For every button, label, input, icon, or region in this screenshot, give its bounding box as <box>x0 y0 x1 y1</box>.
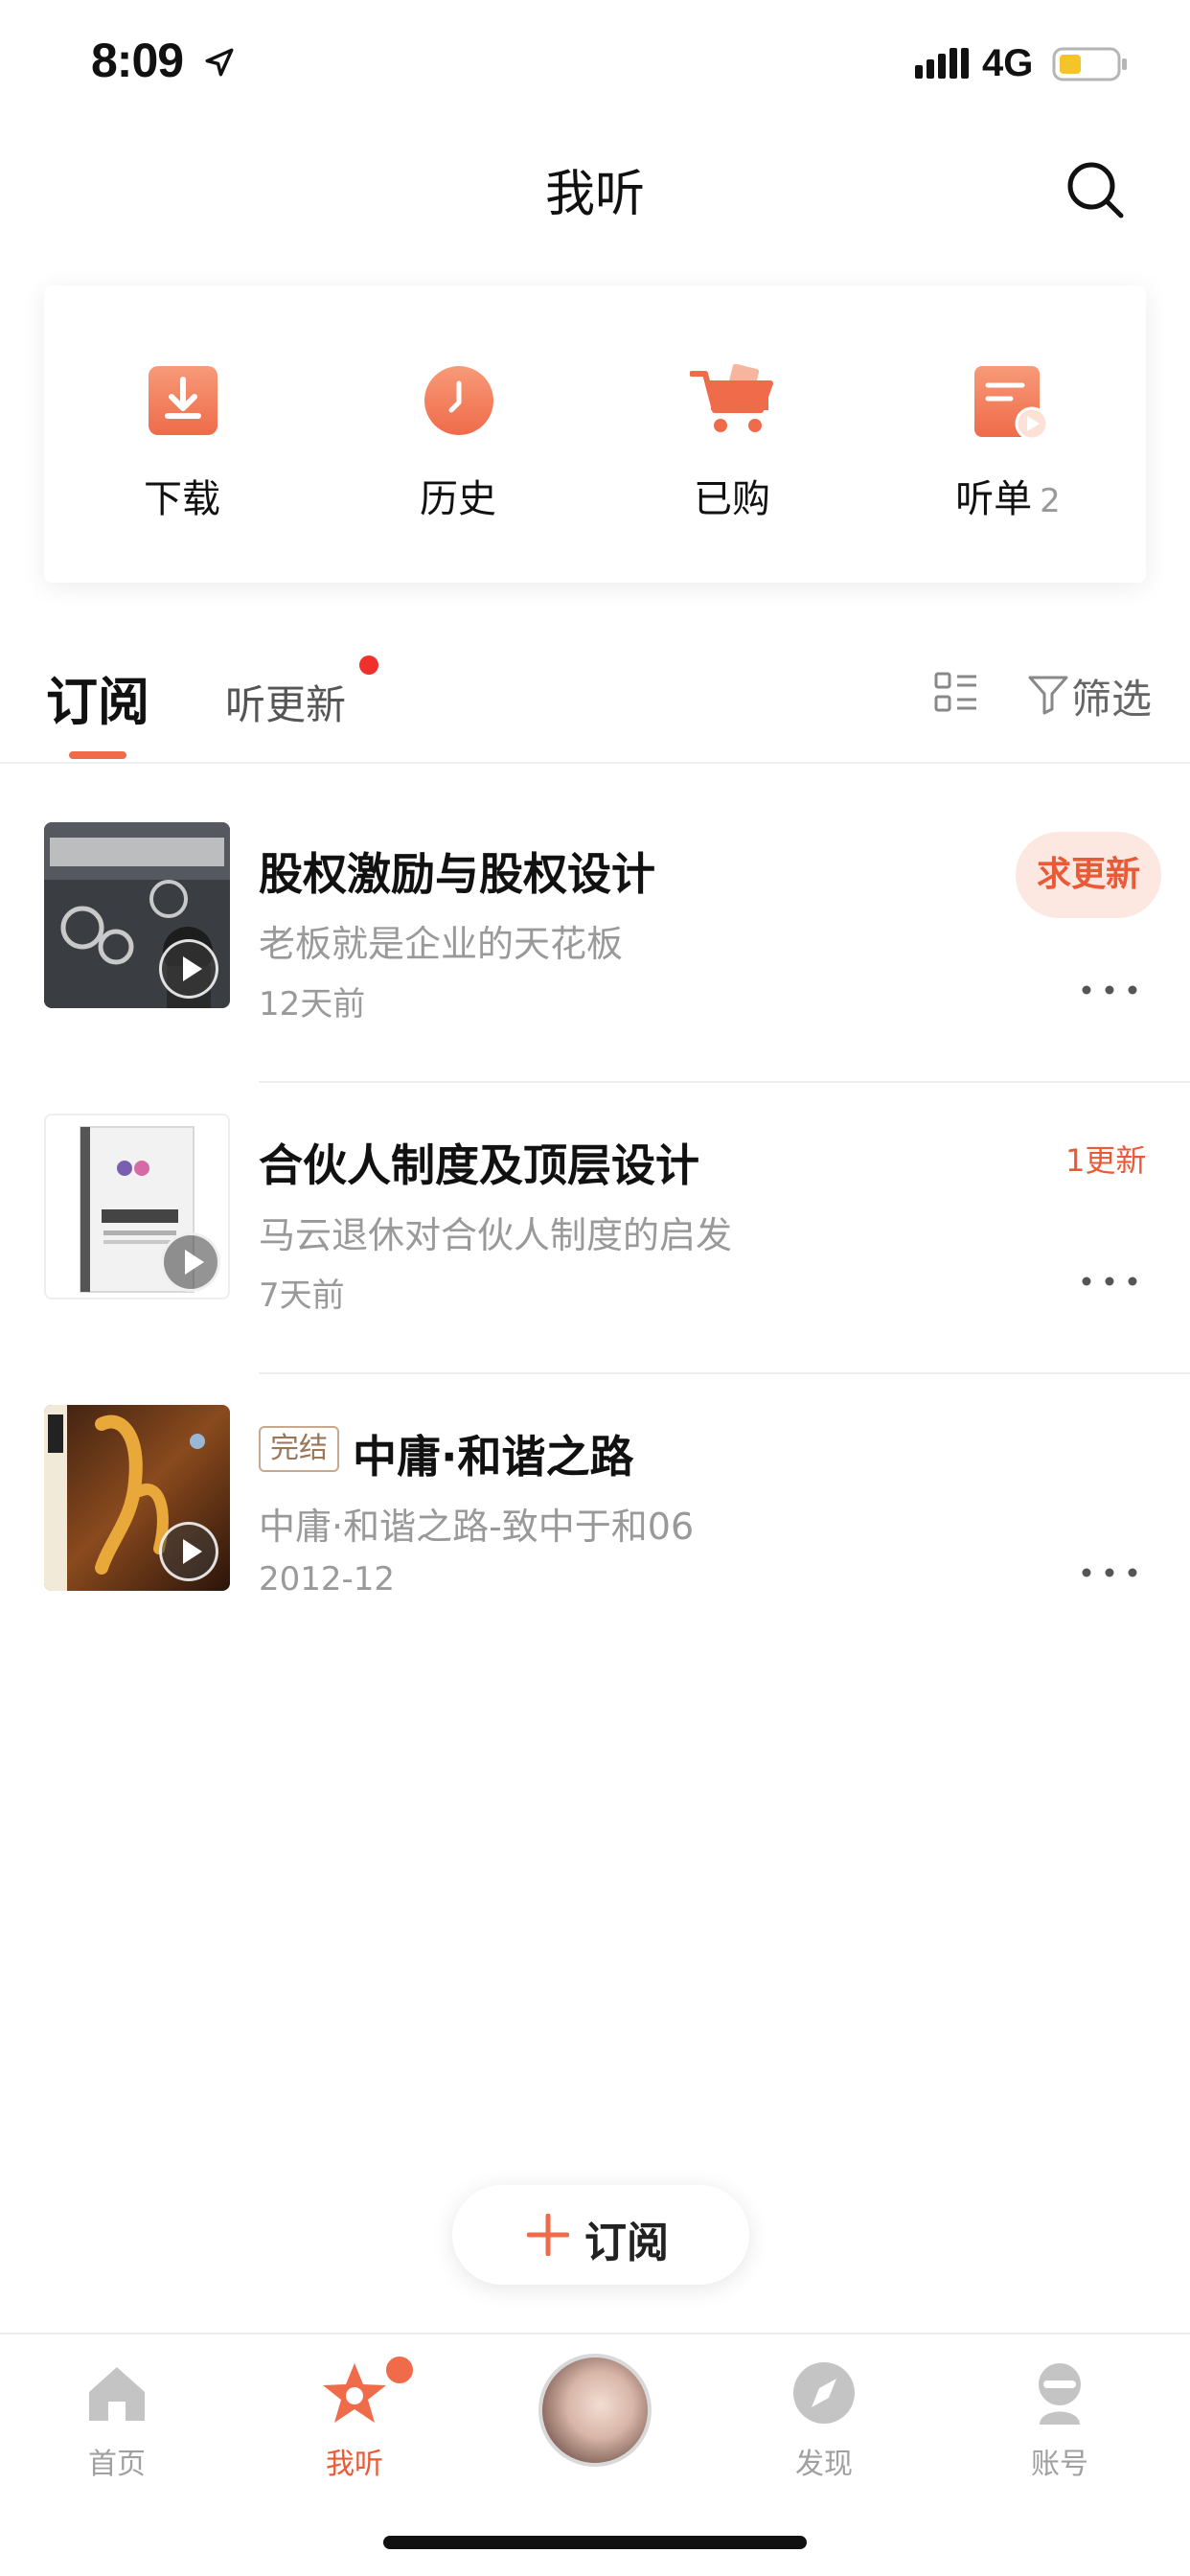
status-time: 8:09 <box>91 34 184 87</box>
star-icon <box>323 2363 386 2423</box>
item-date: 12天前 <box>259 985 366 1024</box>
clock-icon <box>424 366 493 435</box>
item-date: 2012-12 <box>259 1560 396 1598</box>
update-count-badge: 1更新 <box>1065 1142 1147 1179</box>
download-button[interactable]: 下载 <box>86 364 278 546</box>
item-subtitle: 老板就是企业的天花板 <box>259 923 624 965</box>
compass-icon <box>793 2362 855 2424</box>
item-subtitle: 马云退休对合伙人制度的启发 <box>259 1214 733 1256</box>
user-icon <box>1039 2363 1081 2425</box>
app-screen: 8:09 4G 我听 下载 历史 已购 听单 2 订阅 听更新 筛选 股权激励与… <box>0 0 1190 2576</box>
cart-icon <box>690 364 773 432</box>
status-badge: 完结 <box>259 1426 339 1472</box>
purchased-label: 已购 <box>694 477 770 521</box>
item-title: 中庸·和谐之路 <box>353 1431 634 1483</box>
download-label: 下载 <box>144 477 220 521</box>
subscription-item[interactable]: 合伙人制度及顶层设计 马云退休对合伙人制度的启发 7天前 1更新 <box>0 1083 1190 1374</box>
tab-discover-label: 发现 <box>795 2448 853 2481</box>
item-subtitle: 中庸·和谐之路-致中于和06 <box>259 1506 695 1548</box>
cover-thumbnail <box>44 1405 230 1591</box>
filter-label: 筛选 <box>1071 676 1153 723</box>
tab-mine-label: 我听 <box>326 2448 383 2481</box>
history-button[interactable]: 历史 <box>362 364 554 546</box>
tab-account-label: 账号 <box>1031 2448 1088 2481</box>
subscription-item[interactable]: 完结 中庸·和谐之路 中庸·和谐之路-致中于和06 2012-12 <box>0 1374 1190 1666</box>
playlist-label: 听单 2 <box>912 468 1104 523</box>
item-title: 合伙人制度及顶层设计 <box>259 1139 699 1191</box>
search-icon[interactable] <box>1064 158 1127 221</box>
page-title: 我听 <box>544 166 645 223</box>
status-bar: 8:09 4G <box>0 0 1190 134</box>
play-button[interactable] <box>161 1232 220 1292</box>
playlist-count: 2 <box>1040 482 1061 520</box>
tab-mine-badge <box>383 2354 416 2386</box>
play-button[interactable] <box>159 939 218 999</box>
tab-active-indicator <box>69 751 126 759</box>
cover-thumbnail <box>44 1114 230 1300</box>
tab-account[interactable]: 账号 <box>973 2359 1146 2484</box>
more-icon[interactable] <box>1079 981 1140 999</box>
list-layout-icon[interactable] <box>934 671 978 715</box>
avatar[interactable] <box>538 2354 652 2467</box>
purchased-button[interactable]: 已购 <box>636 364 828 546</box>
more-icon[interactable] <box>1079 1273 1140 1290</box>
location-arrow-icon <box>205 48 234 77</box>
subscription-item[interactable]: 股权激励与股权设计 老板就是企业的天花板 12天前 求更新 <box>0 792 1190 1083</box>
battery-icon <box>1052 47 1127 81</box>
home-icon <box>89 2367 145 2421</box>
funnel-icon <box>1028 676 1068 715</box>
play-button[interactable] <box>159 1522 218 1581</box>
add-subscription-button[interactable]: 订阅 <box>452 2185 749 2285</box>
tab-updates[interactable]: 听更新 <box>225 673 346 731</box>
tab-home[interactable]: 首页 <box>31 2359 203 2484</box>
item-date: 7天前 <box>259 1276 345 1315</box>
tab-home-label: 首页 <box>88 2448 146 2481</box>
home-indicator <box>383 2536 807 2549</box>
history-label: 历史 <box>420 477 496 521</box>
playlist-button[interactable]: 听单 2 <box>912 364 1104 546</box>
tab-mine[interactable]: 我听 <box>268 2359 441 2484</box>
add-subscription-label: 订阅 <box>584 2219 669 2267</box>
plus-icon <box>527 2214 569 2256</box>
network-label: 4G <box>982 42 1034 84</box>
updates-dot-badge <box>359 656 378 675</box>
item-title: 股权激励与股权设计 <box>259 848 655 900</box>
more-icon[interactable] <box>1079 1564 1140 1581</box>
signal-icon <box>915 48 969 79</box>
tab-discover[interactable]: 发现 <box>738 2359 910 2484</box>
divider <box>0 762 1190 764</box>
request-update-button[interactable]: 求更新 <box>1016 832 1161 918</box>
quick-actions-card: 下载 历史 已购 听单 2 <box>44 286 1146 583</box>
playlist-label-text: 听单 <box>955 477 1033 521</box>
cover-thumbnail <box>44 822 230 1008</box>
download-icon <box>149 366 217 435</box>
playlist-icon <box>974 366 1049 441</box>
tab-subscribe[interactable]: 订阅 <box>46 659 149 735</box>
